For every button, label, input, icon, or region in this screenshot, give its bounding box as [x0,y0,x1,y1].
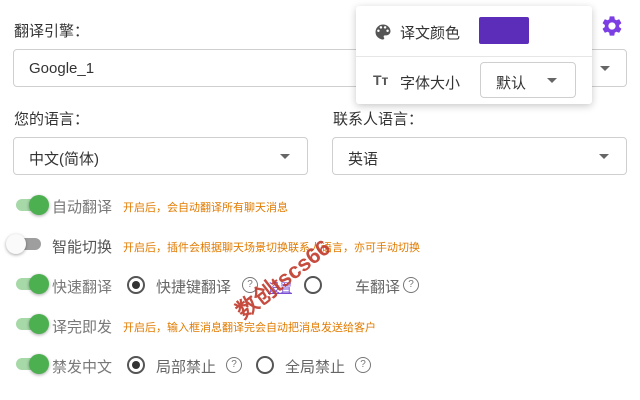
chevron-down-icon [280,154,290,159]
toggle-knob [29,354,49,374]
chevron-down-icon [547,78,557,83]
font-size-value: 默认 [496,75,527,92]
toggle-knob [29,274,49,294]
text-size-icon: Tт [373,72,389,88]
display-settings-popup: 译文颜色 Tт 字体大小 默认 [356,6,592,104]
auto-translate-note: 开启后，会自动翻译所有聊天消息 [123,202,288,214]
contact-language-label: 联系人语言： [333,111,424,128]
my-language-label: 您的语言： [14,111,90,128]
smart-switch-note: 开启后，插件会根据聊天场景切换联系人语言，亦可手动切换 [123,242,420,254]
toggle-knob [29,195,49,215]
font-size-label: 字体大小 [400,75,461,92]
auto-translate-label: 自动翻译 [52,199,113,216]
help-icon[interactable]: ? [226,357,242,373]
chevron-down-icon [600,66,610,71]
enter-translate-label: 车翻译 [355,279,401,296]
color-label: 译文颜色 [400,25,461,42]
toggle-knob [6,234,26,254]
engine-label: 翻译引擎： [14,23,90,40]
color-swatch[interactable] [479,17,529,44]
global-block-radio[interactable] [256,356,274,374]
send-after-toggle[interactable] [13,314,49,334]
block-chinese-toggle[interactable] [13,354,49,374]
hotkey-translate-radio[interactable] [127,276,145,294]
smart-switch-label: 智能切换 [52,239,113,256]
toggle-knob [29,314,49,334]
auto-translate-toggle[interactable] [13,195,49,215]
quick-translate-label: 快速翻译 [52,279,113,296]
contact-language-value: 英语 [348,151,379,168]
font-size-select[interactable]: 默认 [480,62,576,98]
partial-block-label: 局部禁止 [156,359,217,376]
help-icon[interactable]: ? [355,357,371,373]
my-language-select[interactable]: 中文(简体) [13,137,308,175]
smart-switch-toggle[interactable] [6,234,42,254]
contact-language-select[interactable]: 英语 [332,137,627,175]
send-after-label: 译完即发 [52,319,113,336]
engine-select-value: Google_1 [29,60,95,77]
divider [356,56,592,57]
hotkey-translate-label: 快捷键翻译 [156,279,232,296]
my-language-value: 中文(简体) [29,151,99,168]
palette-icon [373,22,393,42]
global-block-label: 全局禁止 [285,359,346,376]
partial-block-radio[interactable] [127,356,145,374]
gear-icon[interactable] [600,14,624,38]
chevron-down-icon [599,154,609,159]
quick-translate-toggle[interactable] [13,274,49,294]
help-icon[interactable]: ? [403,277,419,293]
block-chinese-label: 禁发中文 [52,359,113,376]
